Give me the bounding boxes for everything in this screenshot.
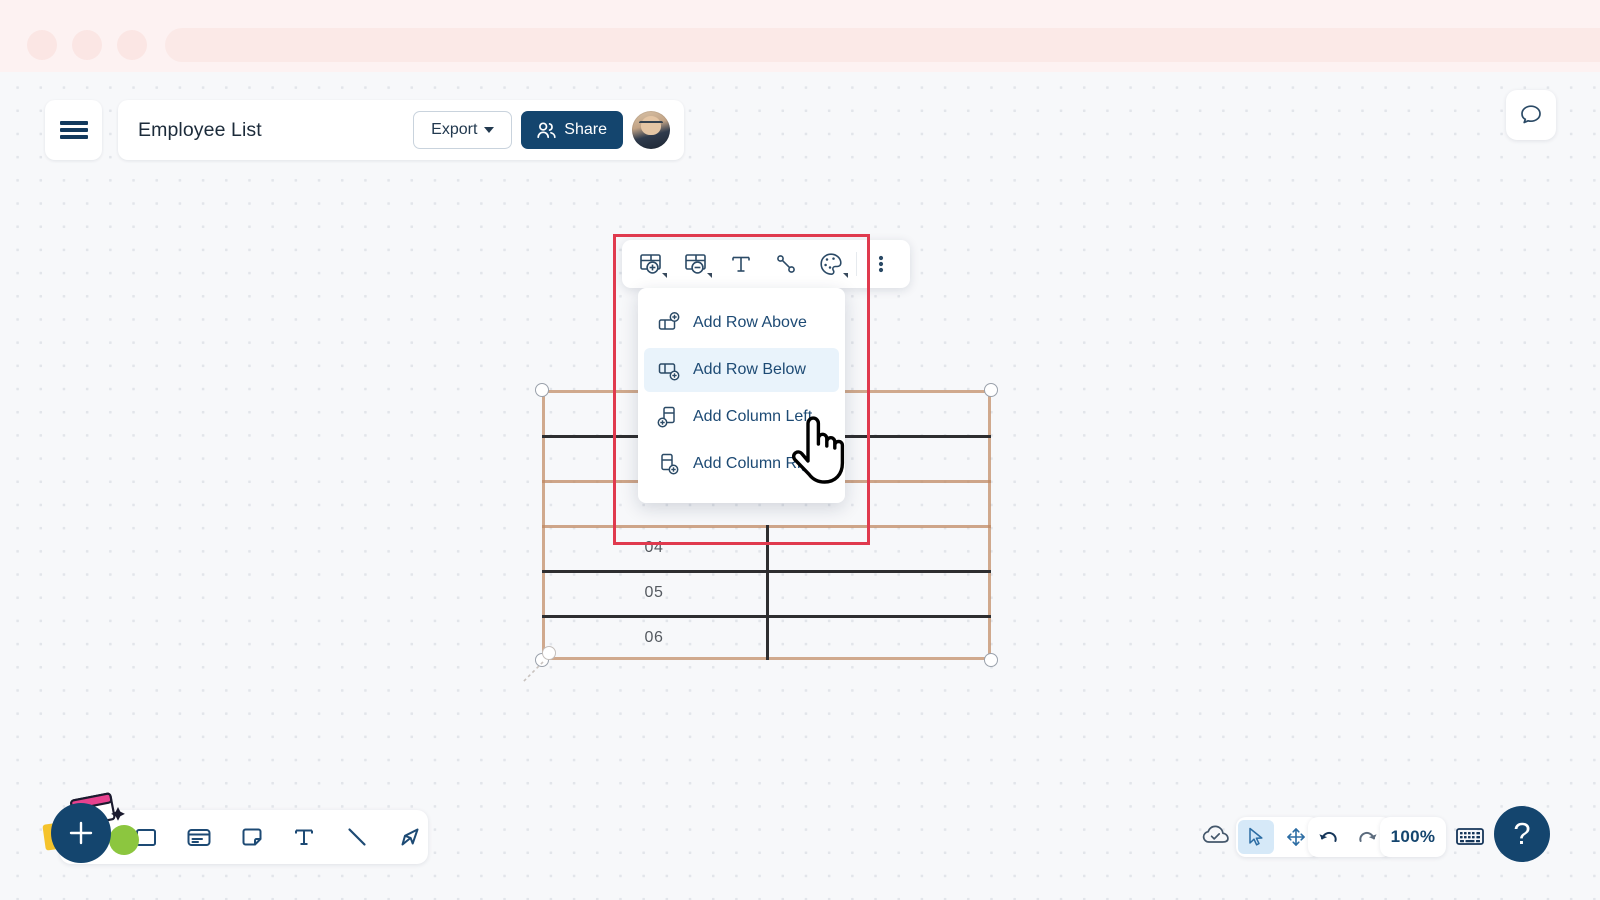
add-row-below-icon [658, 363, 680, 381]
chevron-down-icon [842, 273, 848, 278]
menu-item-add-column-right[interactable]: Add Column Right [644, 442, 839, 486]
table-context-menu: Add Row Above Add Row Below Add Column L… [638, 288, 845, 503]
share-label: Share [564, 121, 607, 138]
move-arrows-icon [1287, 828, 1305, 846]
shape-rectangle-tool[interactable] [128, 817, 165, 857]
table-column-divider [766, 525, 769, 660]
zoom-level-control[interactable]: 100% [1380, 817, 1446, 857]
menu-item-label: Add Column Left [693, 408, 813, 425]
marker-pen-tool[interactable] [391, 817, 428, 857]
shape-rectangle-icon [136, 829, 157, 846]
marker-pen-icon [401, 828, 419, 846]
export-label: Export [431, 121, 478, 138]
chat-button[interactable] [1506, 90, 1556, 140]
table-cell[interactable]: 04 [594, 539, 714, 557]
save-status-button[interactable] [1198, 818, 1234, 852]
window-minimize-button[interactable] [72, 30, 102, 60]
plus-icon [69, 821, 93, 845]
table-cell[interactable]: 06 [594, 629, 714, 647]
window-maximize-button[interactable] [117, 30, 147, 60]
create-toolbar [60, 810, 428, 864]
connector-line-icon [777, 255, 795, 273]
toolbar-divider [855, 252, 857, 276]
element-toolbar [622, 240, 910, 288]
hamburger-icon [59, 121, 88, 125]
add-element-button[interactable] [51, 803, 111, 863]
resize-handle-bottom-right[interactable] [984, 653, 998, 667]
add-row-above-icon [658, 312, 680, 330]
sticky-note-icon [242, 828, 262, 846]
card-tool[interactable] [181, 817, 218, 857]
hamburger-icon [59, 128, 88, 132]
text-tool[interactable] [286, 817, 323, 857]
more-options-button[interactable] [859, 244, 904, 284]
page-title: Employee List [138, 118, 262, 141]
connector-line-button[interactable] [764, 244, 809, 284]
menu-item-label: Add Row Above [693, 314, 807, 331]
add-column-right-icon [661, 453, 679, 475]
menu-item-label: Add Column Right [693, 455, 823, 472]
text-button[interactable] [718, 244, 763, 284]
select-tool-button[interactable] [1238, 820, 1274, 854]
resize-handle-top-right[interactable] [984, 383, 998, 397]
remove-table-cells-button[interactable] [673, 244, 718, 284]
chevron-down-icon [484, 127, 495, 133]
card-icon [187, 829, 211, 846]
cursor-arrow-icon [1249, 827, 1263, 846]
menu-item-label: Add Row Below [693, 361, 806, 378]
text-icon [732, 256, 750, 272]
cloud-check-icon [1202, 825, 1229, 843]
redo-arrow-icon [1359, 831, 1377, 842]
resize-tether-line [522, 661, 544, 683]
document-titlebar: Employee List Export Share [118, 100, 684, 160]
undo-button[interactable] [1310, 820, 1346, 854]
add-table-cells-button[interactable] [628, 244, 673, 284]
address-bar[interactable] [165, 28, 1600, 62]
line-tool-icon [348, 828, 366, 846]
color-palette-button[interactable] [809, 244, 854, 284]
export-button[interactable]: Export [413, 111, 513, 149]
zoom-level-label: 100% [1390, 827, 1436, 846]
sticky-note-tool[interactable] [233, 817, 270, 857]
keyboard-icon [1456, 828, 1484, 845]
help-button[interactable]: ? [1494, 806, 1550, 862]
browser-chrome [0, 0, 1600, 72]
more-options-icon [879, 255, 884, 273]
text-tool-icon [295, 829, 314, 845]
remove-table-cells-icon [684, 254, 706, 274]
shape-resize-knob[interactable] [542, 646, 556, 660]
share-button[interactable]: Share [521, 111, 623, 149]
add-table-cells-icon [639, 254, 661, 274]
table-cell[interactable]: 05 [594, 584, 714, 602]
chat-bubble-icon [1521, 105, 1541, 124]
line-tool[interactable] [339, 817, 376, 857]
chevron-down-icon [707, 273, 713, 278]
add-column-left-icon [657, 406, 675, 428]
avatar[interactable] [632, 111, 670, 149]
menu-item-add-column-left[interactable]: Add Column Left [644, 395, 839, 439]
chevron-down-icon [662, 273, 668, 278]
color-palette-icon [820, 253, 842, 276]
main-menu-button[interactable] [45, 100, 102, 160]
resize-handle-top-left[interactable] [535, 383, 549, 397]
hamburger-icon [59, 135, 88, 139]
menu-item-add-row-below[interactable]: Add Row Below [644, 348, 839, 392]
help-label: ? [1513, 816, 1531, 851]
keyboard-shortcuts-button[interactable] [1452, 819, 1488, 853]
window-close-button[interactable] [27, 30, 57, 60]
undo-arrow-icon [1319, 831, 1337, 842]
people-icon [537, 121, 556, 138]
menu-item-add-row-above[interactable]: Add Row Above [644, 301, 839, 345]
